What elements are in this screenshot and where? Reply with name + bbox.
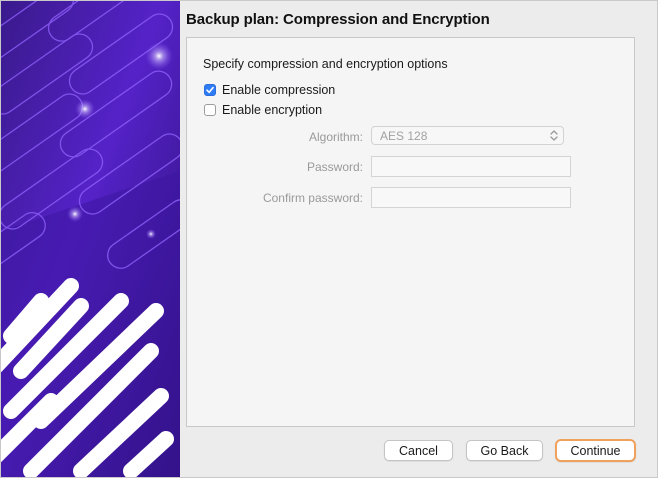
enable-compression-label: Enable compression <box>222 83 336 97</box>
go-back-button[interactable]: Go Back <box>466 440 543 461</box>
confirm-password-label: Confirm password: <box>262 191 363 205</box>
enable-encryption-checkbox[interactable]: Enable encryption <box>204 103 322 117</box>
continue-button[interactable]: Continue <box>555 439 636 462</box>
enable-compression-checkbox[interactable]: Enable compression <box>204 83 335 97</box>
password-label: Password: <box>306 160 363 174</box>
chevron-up-down-icon <box>550 130 558 141</box>
section-heading: Specify compression and encryption optio… <box>203 57 448 71</box>
algorithm-select[interactable]: AES 128 <box>371 126 564 145</box>
algorithm-value: AES 128 <box>380 129 428 143</box>
checkbox-checked[interactable] <box>204 84 216 96</box>
cancel-button[interactable]: Cancel <box>384 440 453 461</box>
checkmark-icon <box>206 86 214 94</box>
enable-encryption-label: Enable encryption <box>222 103 323 117</box>
decorative-side-artwork <box>1 1 180 477</box>
password-field[interactable] <box>371 156 571 177</box>
confirm-password-field[interactable] <box>371 187 571 208</box>
algorithm-label: Algorithm: <box>308 130 363 144</box>
backup-plan-window: Backup plan: Compression and Encryption … <box>0 0 658 478</box>
options-panel: Specify compression and encryption optio… <box>186 37 635 427</box>
checkbox-unchecked[interactable] <box>204 104 216 116</box>
page-title: Backup plan: Compression and Encryption <box>186 11 490 28</box>
